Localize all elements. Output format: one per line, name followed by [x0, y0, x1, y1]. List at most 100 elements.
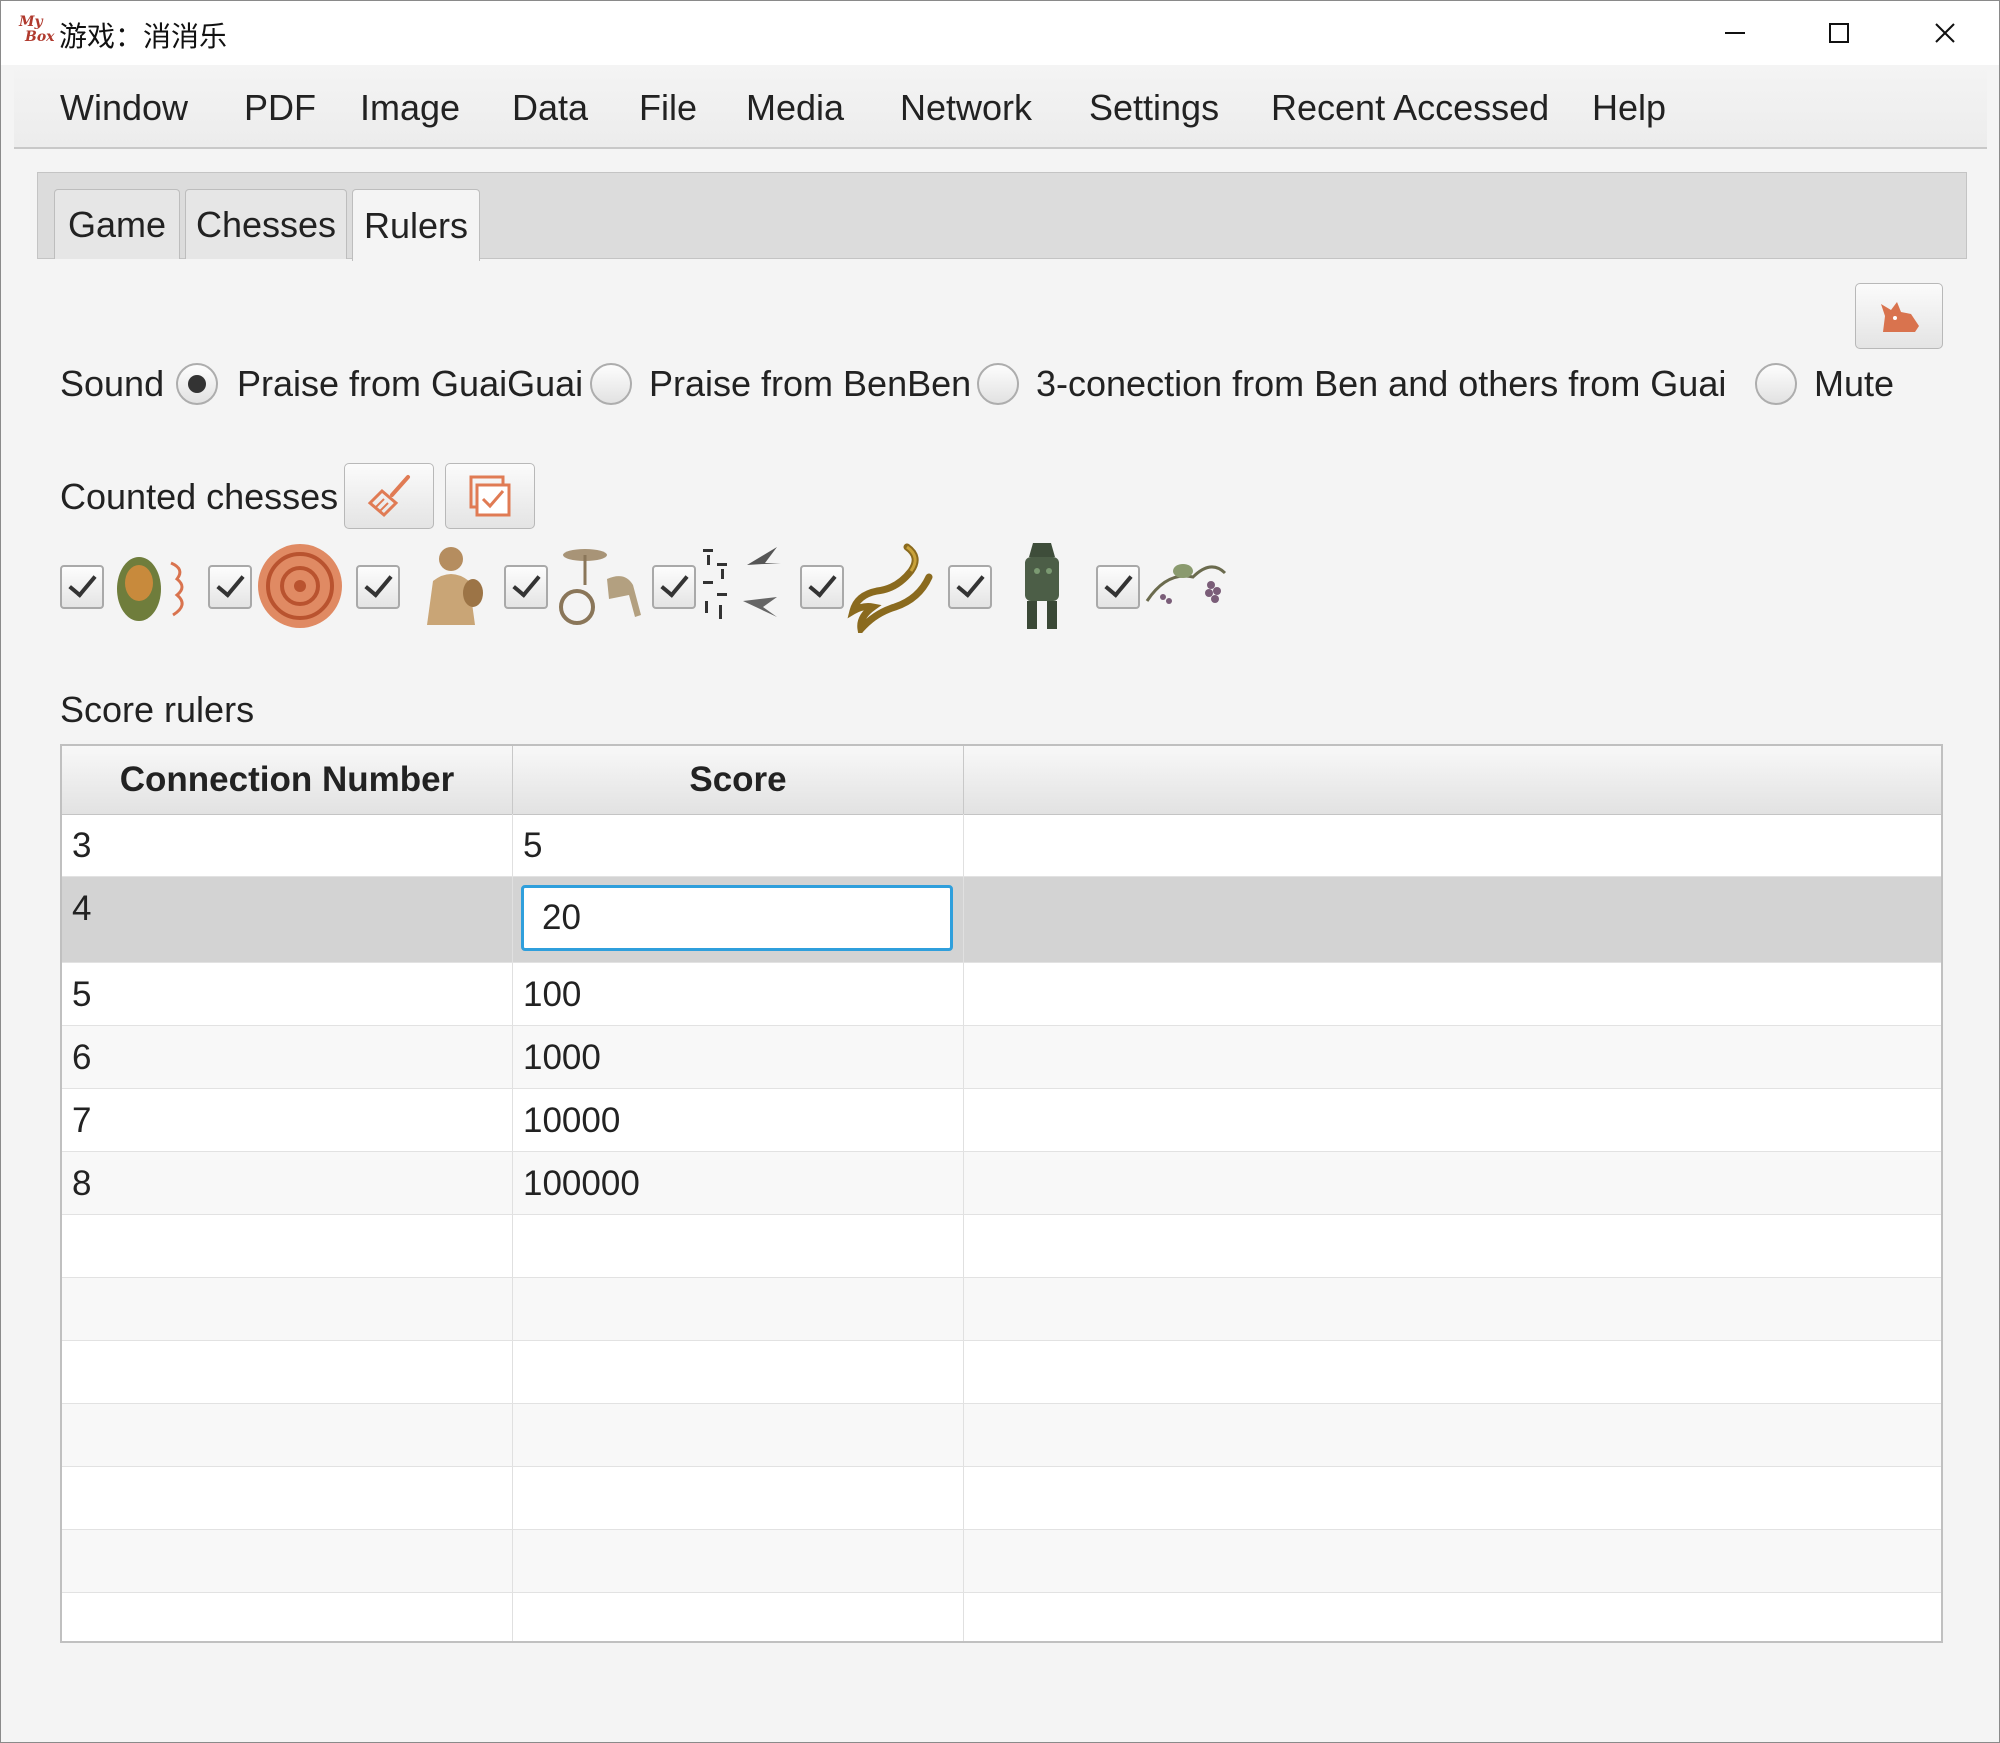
- menu-pdf[interactable]: PDF: [244, 87, 316, 129]
- table-row[interactable]: 5 100: [62, 963, 1941, 1026]
- column-header-connection-number[interactable]: Connection Number: [62, 746, 513, 814]
- radio-praise-guaiguai[interactable]: [176, 363, 218, 405]
- menu-help[interactable]: Help: [1592, 87, 1666, 129]
- app-window: My Box 游戏：消消乐 Window PDF Image Data File…: [0, 0, 2000, 1743]
- table-row[interactable]: 6 1000: [62, 1026, 1941, 1089]
- cell-score[interactable]: 1000: [513, 1026, 964, 1088]
- empty-row: [62, 1278, 1941, 1341]
- empty-row: [62, 1341, 1941, 1404]
- jade-vessel-image: [117, 557, 184, 621]
- empty-cell: [62, 1341, 513, 1403]
- radio-3-conection[interactable]: [977, 363, 1019, 405]
- cell-connection[interactable]: 8: [62, 1152, 513, 1214]
- maximize-icon: [1829, 23, 1849, 43]
- table-row[interactable]: 7 10000: [62, 1089, 1941, 1152]
- radio-label-mute[interactable]: Mute: [1814, 363, 1894, 405]
- radio-label-praise-benben[interactable]: Praise from BenBen: [649, 363, 971, 405]
- round-seal-image: [258, 544, 342, 628]
- empty-cell: [513, 1530, 964, 1592]
- tab-header: Game Chesses Rulers: [37, 172, 1967, 261]
- golden-dragon-image: [847, 543, 933, 633]
- cell-connection[interactable]: 3: [62, 814, 513, 876]
- table-row[interactable]: 8 100000: [62, 1152, 1941, 1215]
- chess-checkbox-8[interactable]: [1096, 565, 1140, 609]
- empty-cell: [62, 1278, 513, 1340]
- menu-bar: Window PDF Image Data File Media Network…: [14, 65, 1987, 149]
- score-edit-input[interactable]: [521, 885, 953, 951]
- tab-chesses[interactable]: Chesses: [185, 189, 347, 259]
- chess-checkbox-7[interactable]: [948, 565, 992, 609]
- empty-row: [62, 1593, 1941, 1641]
- empty-cell: [513, 1593, 964, 1641]
- cell-score[interactable]: 5: [513, 814, 964, 876]
- column-header-score[interactable]: Score: [513, 746, 964, 814]
- clear-selection-button[interactable]: [344, 463, 434, 529]
- cell-connection[interactable]: 4: [62, 877, 513, 962]
- menu-file[interactable]: File: [639, 87, 697, 129]
- minimize-button[interactable]: [1683, 1, 1787, 65]
- chess-checkbox-1[interactable]: [60, 565, 104, 609]
- cell-connection[interactable]: 6: [62, 1026, 513, 1088]
- cell-score[interactable]: 100: [513, 963, 964, 1025]
- empty-cell: [62, 1530, 513, 1592]
- radio-label-praise-guaiguai[interactable]: Praise from GuaiGuai: [237, 363, 583, 405]
- empty-row: [62, 1467, 1941, 1530]
- empty-cell: [62, 1593, 513, 1641]
- maximize-button[interactable]: [1787, 1, 1891, 65]
- app-logo: My Box: [19, 15, 55, 51]
- chess-checkbox-2[interactable]: [208, 565, 252, 609]
- close-button[interactable]: [1893, 1, 1997, 65]
- empty-cell: [62, 1467, 513, 1529]
- tab-rulers[interactable]: Rulers: [352, 189, 480, 261]
- menu-window[interactable]: Window: [60, 87, 188, 129]
- chariot-image: [559, 549, 641, 625]
- calligraphy-cranes-image: [703, 547, 781, 619]
- menu-media[interactable]: Media: [746, 87, 844, 129]
- empty-cell: [62, 1404, 513, 1466]
- window-title: 游戏：消消乐: [59, 20, 228, 53]
- empty-cell: [513, 1404, 964, 1466]
- logo-text-top: My: [19, 14, 43, 30]
- empty-cell: [62, 1215, 513, 1277]
- score-rulers-table: Connection Number Score 3 5 4 5 100 6 10…: [60, 744, 1943, 1643]
- menu-data[interactable]: Data: [512, 87, 588, 129]
- grape-painting-image: [1145, 564, 1227, 604]
- cat-icon: [1881, 302, 1919, 332]
- column-header-filler: [964, 746, 1941, 814]
- empty-cell: [513, 1467, 964, 1529]
- table-row[interactable]: 3 5: [62, 814, 1941, 877]
- logo-text-bottom: Box: [25, 29, 55, 45]
- menu-recent-accessed[interactable]: Recent Accessed: [1271, 87, 1549, 129]
- table-header: Connection Number Score: [62, 746, 1941, 815]
- radio-mute[interactable]: [1755, 363, 1797, 405]
- minimize-icon: [1725, 32, 1745, 34]
- tab-game[interactable]: Game: [54, 189, 180, 259]
- empty-cell: [513, 1215, 964, 1277]
- figurine-image: [427, 547, 483, 625]
- cell-score[interactable]: 100000: [513, 1152, 964, 1214]
- chess-checkbox-4[interactable]: [504, 565, 548, 609]
- broom-icon: [367, 475, 410, 518]
- table-row-selected[interactable]: 4: [62, 877, 1941, 963]
- title-bar: My Box 游戏：消消乐: [1, 1, 1999, 65]
- menu-settings[interactable]: Settings: [1089, 87, 1219, 129]
- chess-checkbox-5[interactable]: [652, 565, 696, 609]
- select-all-button[interactable]: [445, 463, 535, 529]
- menu-image[interactable]: Image: [360, 87, 460, 129]
- cell-score[interactable]: 10000: [513, 1089, 964, 1151]
- menu-network[interactable]: Network: [900, 87, 1032, 129]
- cell-connection[interactable]: 5: [62, 963, 513, 1025]
- radio-label-3-conection[interactable]: 3-conection from Ben and others from Gua…: [1036, 363, 1726, 405]
- empty-row: [62, 1530, 1941, 1593]
- counted-chesses-label: Counted chesses: [60, 476, 339, 517]
- select-all-icon: [469, 475, 511, 517]
- empty-row: [62, 1215, 1941, 1278]
- radio-praise-benben[interactable]: [590, 363, 632, 405]
- empty-cell: [513, 1341, 964, 1403]
- score-rulers-label: Score rulers: [60, 689, 255, 730]
- sound-label: Sound: [60, 363, 165, 404]
- chess-checkbox-6[interactable]: [800, 565, 844, 609]
- cell-connection[interactable]: 7: [62, 1089, 513, 1151]
- chess-checkbox-3[interactable]: [356, 565, 400, 609]
- game-image-button[interactable]: [1855, 283, 1943, 349]
